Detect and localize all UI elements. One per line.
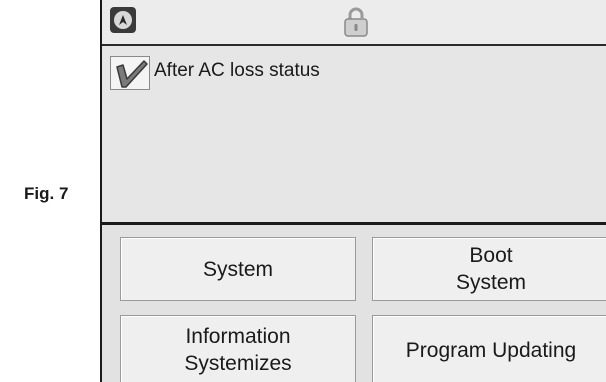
- after-ac-loss-label: After AC loss status: [154, 60, 320, 81]
- program-updating-button-label: Program Updating: [405, 338, 577, 362]
- information-button[interactable]: Information Systemizes: [120, 315, 356, 382]
- lock-icon[interactable]: [342, 6, 370, 38]
- information-line2: Systemizes: [184, 352, 292, 375]
- status-panel: After AC loss status: [102, 46, 606, 222]
- lock-icon-graphic: [344, 7, 368, 37]
- program-updating-button[interactable]: Program Updating: [372, 315, 606, 382]
- information-button-label: Information Systemizes: [184, 323, 291, 377]
- menu-button-area: System Boot System Information Systemize…: [102, 225, 606, 382]
- after-ac-loss-checkbox[interactable]: [110, 56, 150, 90]
- arrow-up-icon: [119, 15, 127, 25]
- navigation-compass-icon[interactable]: [110, 7, 136, 33]
- device-screen: After AC loss status System Boot System …: [100, 0, 606, 382]
- boot-system-button[interactable]: Boot System: [372, 237, 606, 301]
- top-bar: [102, 0, 606, 46]
- information-line1: Information: [185, 325, 291, 348]
- checkmark-icon: [116, 60, 148, 88]
- figure-label: Fig. 7: [24, 184, 69, 203]
- boot-system-button-label: Boot System: [456, 242, 526, 296]
- boot-system-line2: System: [455, 271, 526, 294]
- system-button[interactable]: System: [120, 237, 356, 301]
- navigation-compass-icon-inner: [114, 11, 132, 29]
- boot-system-line1: Boot: [469, 244, 513, 267]
- system-button-label: System: [202, 257, 273, 281]
- page: Fig. 7 After AC loss status System Boot …: [0, 0, 606, 382]
